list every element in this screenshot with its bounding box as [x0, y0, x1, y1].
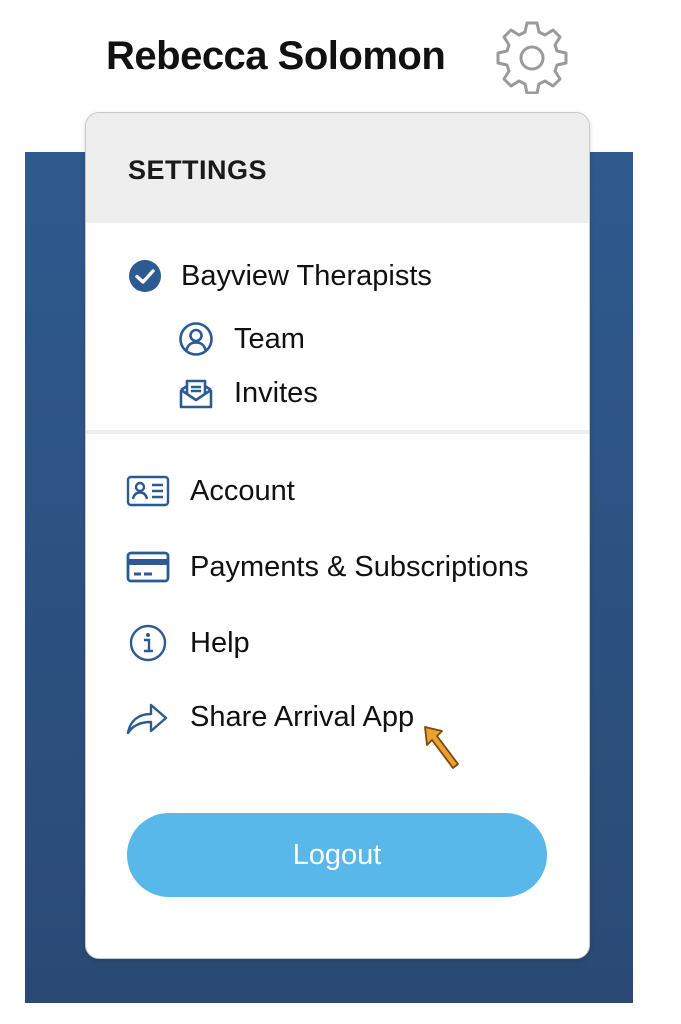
credit-card-icon [126, 549, 170, 585]
settings-header: SETTINGS [86, 113, 589, 223]
user-name: Rebecca Solomon [106, 34, 446, 78]
help-label: Help [190, 626, 250, 659]
share-arrival-app-label: Share Arrival App [190, 700, 415, 733]
info-circle-icon [126, 623, 170, 663]
share-arrival-app-item[interactable]: Share Arrival App [124, 697, 414, 737]
gear-icon [496, 21, 568, 95]
logout-button[interactable]: Logout [127, 813, 547, 897]
invites-item[interactable]: Invites [178, 375, 318, 411]
share-arrow-icon [124, 697, 170, 737]
account-label: Account [190, 474, 295, 507]
payments-subscriptions-item[interactable]: Payments & Subscriptions [126, 549, 528, 585]
menu-divider [86, 430, 589, 434]
settings-button[interactable] [494, 18, 570, 95]
check-circle-icon [128, 259, 162, 293]
page: Rebecca Solomon SETTINGS Bayview Therapi… [0, 0, 681, 1024]
help-item[interactable]: Help [126, 623, 250, 663]
id-card-icon [126, 473, 170, 509]
invites-label: Invites [234, 376, 318, 409]
cursor-arrow-icon [424, 726, 459, 769]
team-item[interactable]: Team [178, 321, 305, 357]
settings-dropdown: SETTINGS Bayview Therapists Team Invites… [85, 112, 590, 959]
payments-subscriptions-label: Payments & Subscriptions [190, 550, 529, 583]
account-item[interactable]: Account [126, 473, 295, 509]
organization-item[interactable]: Bayview Therapists [128, 259, 432, 293]
organization-label: Bayview Therapists [181, 259, 432, 292]
user-circle-icon [178, 321, 214, 357]
header: Rebecca Solomon [0, 18, 681, 98]
team-label: Team [234, 322, 305, 355]
settings-title: SETTINGS [128, 155, 268, 185]
envelope-open-icon [178, 375, 214, 411]
